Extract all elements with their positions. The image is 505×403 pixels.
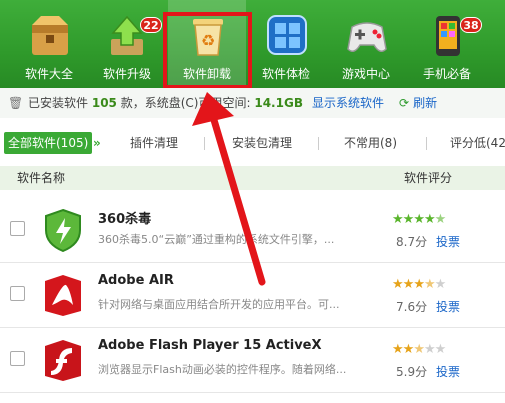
- free-space: 14.1GB: [254, 96, 303, 110]
- software-box-icon: [29, 13, 71, 57]
- star-icon: ★: [392, 277, 404, 292]
- tool-label: 游戏中心: [341, 67, 390, 81]
- star-icon: ★: [434, 277, 447, 292]
- table-header: 软件名称 软件评分: [0, 166, 505, 190]
- refresh-label: 刷新: [413, 96, 438, 110]
- collapse-chevron-icon[interactable]: »: [93, 132, 101, 154]
- tab-package-cleanup[interactable]: 安装包清理: [232, 132, 292, 154]
- star-icon: ★: [413, 277, 425, 292]
- tab-rarely-used[interactable]: 不常用(8): [344, 132, 397, 154]
- phone-count-badge: 38: [460, 17, 482, 33]
- tab-divider: [318, 137, 319, 150]
- adobe-air-icon: [42, 273, 84, 317]
- star-icon: ★: [402, 212, 415, 227]
- app-score: 7.6分: [396, 300, 428, 314]
- app-description: 360杀毒5.0“云巅”通过重构的系统文件引擎，...: [98, 233, 335, 246]
- tab-plugin-cleanup[interactable]: 插件清理: [130, 132, 178, 154]
- row-checkbox[interactable]: [10, 351, 25, 366]
- app-name: 360杀毒: [98, 212, 152, 227]
- table-row: 360杀毒 360杀毒5.0“云巅”通过重构的系统文件引擎，... ★★★★★ …: [0, 198, 505, 263]
- system-check-icon: [266, 13, 308, 57]
- vote-link[interactable]: 投票: [436, 298, 460, 315]
- row-checkbox[interactable]: [10, 286, 25, 301]
- refresh-button[interactable]: ⟳ 刷新: [399, 88, 437, 118]
- trash-icon: 🗑: [8, 96, 24, 110]
- tool-label: 软件大全: [24, 67, 73, 81]
- app-description: 浏览器显示Flash动画必装的控件程序。随着网络...: [98, 363, 347, 376]
- svg-text:♻: ♻: [201, 31, 215, 50]
- flash-icon: [42, 338, 84, 382]
- row-checkbox[interactable]: [10, 221, 25, 236]
- filter-tabs: 全部软件(105) » 插件清理 安装包清理 不常用(8) 评分低(42): [0, 128, 505, 158]
- tab-divider: [426, 137, 427, 150]
- installed-mid: 款，系统盘(C)可用空间:: [120, 96, 251, 110]
- installed-count: 105: [91, 96, 117, 110]
- tool-label: 软件升级: [102, 67, 151, 81]
- star-icon: ★: [413, 342, 425, 357]
- star-icon: ★: [434, 342, 447, 357]
- tool-software-uninstall[interactable]: ♻ 软件卸载: [168, 0, 246, 88]
- app-name: Adobe Flash Player 15 ActiveX: [98, 338, 322, 353]
- star-icon: ★: [423, 342, 436, 357]
- star-icon: ★: [423, 212, 436, 227]
- column-software-score: 软件评分: [404, 171, 453, 185]
- vote-link[interactable]: 投票: [436, 233, 460, 250]
- rating-stars: ★★★★★: [392, 342, 447, 357]
- installed-summary: 已安装软件 105 款，系统盘(C)可用空间: 14.1GB: [28, 88, 303, 118]
- refresh-icon: ⟳: [399, 96, 410, 110]
- star-icon: ★: [423, 277, 436, 292]
- tool-software-upgrade[interactable]: 22 软件升级: [88, 0, 166, 88]
- app-description: 针对网络与桌面应用结合所开发的应用平台。可...: [98, 298, 340, 311]
- tool-label: 手机必备: [422, 67, 471, 81]
- upgrade-count-badge: 22: [140, 17, 162, 33]
- tool-software-catalog[interactable]: 软件大全: [10, 0, 88, 88]
- app-name: Adobe AIR: [98, 273, 174, 288]
- star-icon: ★: [402, 277, 415, 292]
- star-icon: ★: [392, 342, 404, 357]
- info-bar: 🗑 已安装软件 105 款，系统盘(C)可用空间: 14.1GB 显示系统软件 …: [0, 88, 505, 118]
- app-score: 8.7分: [396, 235, 428, 249]
- star-icon: ★: [434, 212, 447, 227]
- vote-link[interactable]: 投票: [436, 363, 460, 380]
- tab-all-software[interactable]: 全部软件(105): [4, 132, 93, 154]
- star-icon: ★: [413, 212, 425, 227]
- tool-phone-essentials[interactable]: 38 手机必备: [408, 0, 486, 88]
- show-system-software-link[interactable]: 显示系统软件: [312, 88, 384, 118]
- recycle-bin-icon: ♻: [187, 13, 229, 57]
- table-row: Adobe Flash Player 15 ActiveX 浏览器显示Flash…: [0, 328, 505, 393]
- gamepad-icon: [346, 13, 388, 57]
- tab-low-score[interactable]: 评分低(42): [450, 132, 505, 154]
- star-icon: ★: [392, 212, 404, 227]
- star-icon: ★: [402, 342, 415, 357]
- rating-stars: ★★★★★: [392, 277, 447, 292]
- shield-icon: [42, 208, 84, 253]
- tool-game-center[interactable]: 游戏中心: [327, 0, 405, 88]
- app-score: 5.9分: [396, 365, 428, 379]
- installed-prefix: 已安装软件: [28, 96, 89, 110]
- tool-label: 软件卸载: [182, 67, 231, 81]
- tab-divider: [204, 137, 205, 150]
- rating-stars: ★★★★★: [392, 212, 447, 227]
- column-software-name: 软件名称: [17, 171, 66, 185]
- table-row: Adobe AIR 针对网络与桌面应用结合所开发的应用平台。可... ★★★★★…: [0, 263, 505, 328]
- tool-label: 软件体检: [261, 67, 310, 81]
- tool-system-check[interactable]: 软件体检: [247, 0, 325, 88]
- top-toolbar: 软件大全 22 软件升级 ♻ 软件卸载 软件体检 游戏中心 38 手机必备: [0, 0, 505, 89]
